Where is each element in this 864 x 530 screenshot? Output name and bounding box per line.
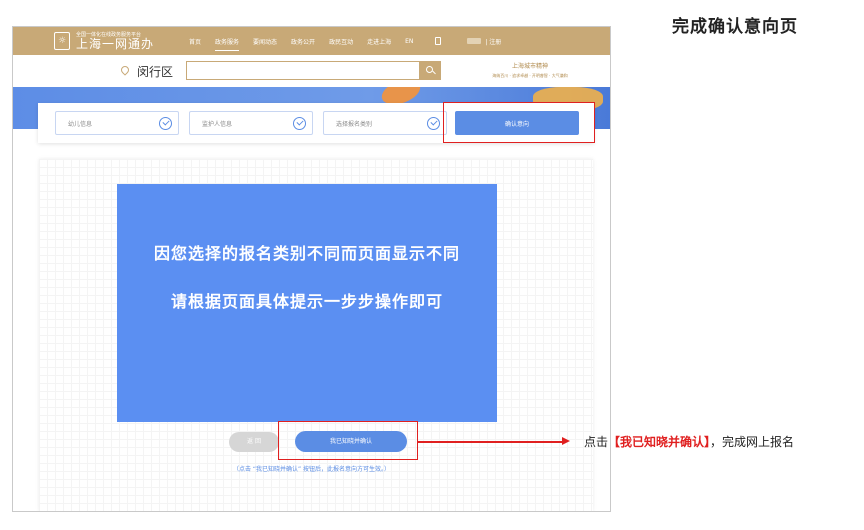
- city-spirit-banner: 上海城市精神 海纳百川 · 追求卓越 · 开明睿智 · 大气谦和: [465, 61, 595, 79]
- nav-disclosure[interactable]: 政务公开: [291, 37, 315, 46]
- nav-interaction[interactable]: 政民互动: [329, 37, 353, 46]
- top-navigation-bar: ☼ 全国一体化在线政务服务平台 上海一网通办 首页 政务服务 要闻动态 政务公开…: [13, 27, 610, 55]
- step-label: 选择报名类别: [336, 120, 373, 128]
- step-category[interactable]: 选择报名类别: [323, 111, 447, 135]
- annotation-emphasis: 【我已知晓并确认】: [608, 435, 711, 449]
- step-guardian-info[interactable]: 监护人信息: [189, 111, 313, 135]
- highlight-confirm-box: [278, 421, 418, 460]
- nav-shanghai[interactable]: 走进上海: [367, 37, 391, 46]
- city-spirit-title: 上海城市精神: [511, 63, 548, 70]
- nav-english[interactable]: EN: [405, 38, 413, 45]
- notice-box: 因您选择的报名类别不同而页面显示不同 请根据页面具体提示一步步操作即可: [117, 184, 497, 422]
- notice-line-2: 请根据页面具体提示一步步操作即可: [170, 292, 443, 311]
- step-label: 幼儿信息: [68, 120, 93, 128]
- annotation-arrow: [418, 441, 564, 443]
- search-input[interactable]: [186, 61, 420, 80]
- nav-home[interactable]: 首页: [189, 37, 201, 46]
- location-pin-icon: [119, 64, 131, 76]
- check-circle-icon: [293, 116, 306, 130]
- district-selector[interactable]: 闵行区: [137, 63, 173, 80]
- step-label: 监护人信息: [202, 120, 233, 128]
- step-child-info[interactable]: 幼儿信息: [55, 111, 179, 135]
- logo-title: 上海一网通办: [76, 36, 155, 51]
- mobile-icon[interactable]: [435, 37, 442, 45]
- nav-news[interactable]: 要闻动态: [253, 37, 277, 46]
- arrow-right-icon: [562, 437, 570, 445]
- register-link[interactable]: | 注册: [485, 37, 501, 46]
- notice-line-1: 因您选择的报名类别不同而页面显示不同: [153, 244, 460, 263]
- annotation-suffix: ，完成网上报名: [710, 435, 795, 449]
- back-button[interactable]: 返 回: [229, 432, 279, 452]
- check-circle-icon: [159, 116, 172, 130]
- confirm-hint: （点击 “我已知晓并确认” 按钮后，此报名意向方可生效。）: [232, 466, 391, 473]
- page-heading: 完成确认意向页: [672, 17, 798, 37]
- emblem-icon: ☼: [54, 32, 70, 50]
- annotation-prefix: 点击: [584, 435, 609, 449]
- check-circle-icon: [427, 116, 440, 130]
- main-nav: 首页 政务服务 要闻动态 政务公开 政民互动 走进上海 EN | 注册: [189, 27, 501, 55]
- nav-services[interactable]: 政务服务: [215, 37, 240, 51]
- search-button[interactable]: [419, 61, 441, 80]
- city-spirit-subtitle: 海纳百川 · 追求卓越 · 开明睿智 · 大气谦和: [492, 73, 568, 78]
- annotation-text: 点击【我已知晓并确认】，完成网上报名: [584, 433, 794, 450]
- site-logo[interactable]: ☼ 全国一体化在线政务服务平台 上海一网通办: [54, 30, 154, 52]
- highlight-step-box: [443, 102, 595, 143]
- search-row: 闵行区 上海城市精神 海纳百川 · 追求卓越 · 开明睿智 · 大气谦和: [13, 55, 610, 87]
- avatar[interactable]: [467, 38, 482, 44]
